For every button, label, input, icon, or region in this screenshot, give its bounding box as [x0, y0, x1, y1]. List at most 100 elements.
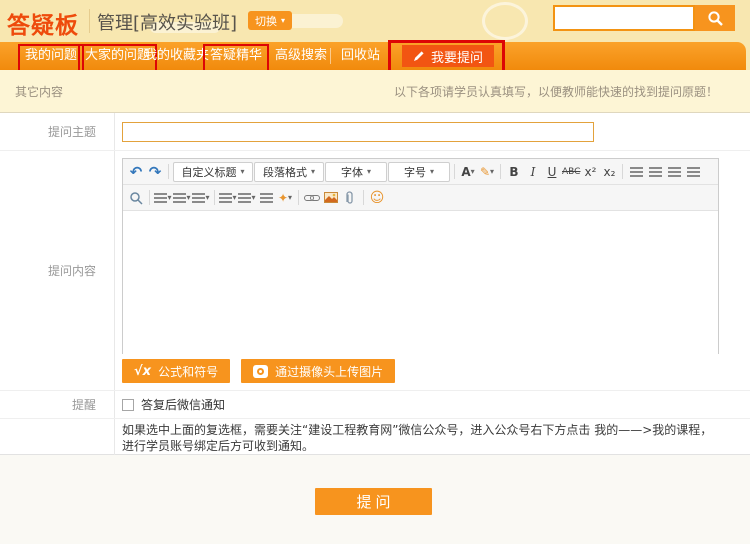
toolbar-divider	[500, 164, 501, 179]
subject-row: 提问主题	[0, 113, 750, 151]
mascot-illustration	[482, 2, 528, 40]
nav-divider	[330, 48, 331, 64]
tab-label: 我的问题	[25, 48, 77, 63]
paperclip-glyph	[345, 191, 355, 205]
camera-upload-button[interactable]: 通过摄像头上传图片	[241, 359, 395, 383]
superscript-icon[interactable]: x²	[581, 162, 599, 182]
font-family-dropdown[interactable]: 字体▾	[325, 162, 387, 182]
toolbar-divider	[363, 190, 364, 205]
align-left-icon[interactable]	[627, 162, 645, 182]
align-bars	[687, 167, 700, 177]
chevron-down-icon: ▾	[251, 193, 255, 202]
subject-input[interactable]	[122, 122, 594, 142]
subscript-icon[interactable]: x₂	[600, 162, 618, 182]
tab-label: 回收站	[341, 48, 380, 63]
content-label: 提问内容	[0, 151, 115, 390]
toolbar-divider	[454, 164, 455, 179]
font-size-dropdown[interactable]: 字号▾	[388, 162, 450, 182]
nav-wrapper: 我的问题 大家的问题 我的收藏夹 答疑精华 高级搜索 回收站	[0, 42, 750, 70]
fill-carefully-notice: 以下各项请学员认真填写，以便教师能快速的找到提问原题！	[394, 83, 718, 100]
bullet-list-icon[interactable]: ▾	[238, 188, 256, 208]
line-height-icon[interactable]: ▾	[173, 188, 191, 208]
link-glyph	[304, 193, 320, 203]
align-bars	[630, 167, 643, 177]
editor-extra-buttons: √x 公式和符号 通过摄像头上传图片	[122, 359, 395, 383]
line-height-bars	[173, 193, 186, 203]
custom-heading-dropdown[interactable]: 自定义标题▾	[173, 162, 253, 182]
submit-question-button[interactable]: 提问	[315, 488, 432, 515]
formula-button-label: 公式和符号	[158, 363, 218, 380]
search-button[interactable]	[695, 5, 735, 31]
switch-class-button[interactable]: 切换 ▾	[248, 11, 292, 30]
chevron-down-icon: ▾	[281, 16, 285, 25]
italic-icon[interactable]: I	[524, 162, 542, 182]
tab-advanced-search[interactable]: 高级搜索	[275, 42, 327, 70]
tab-recycle-bin[interactable]: 回收站	[341, 42, 380, 70]
list-bars	[219, 193, 232, 203]
align-right-icon[interactable]	[665, 162, 683, 182]
camera-button-label: 通过摄像头上传图片	[275, 363, 383, 380]
editor-toolbar-row-1: ↶ ↷ 自定义标题▾ 段落格式▾ 字体▾ 字号▾	[123, 159, 718, 185]
painter-glyph: ✦	[278, 191, 288, 205]
remind-label: 提醒	[0, 391, 115, 418]
undo-icon[interactable]: ↶	[127, 162, 145, 182]
tab-my-questions[interactable]: 我的问题	[25, 42, 77, 70]
other-content-label: 其它内容	[15, 83, 63, 100]
strikethrough-icon[interactable]: ABC	[562, 162, 580, 182]
tab-qa-highlights[interactable]: 答疑精华	[210, 42, 262, 70]
note-row: 如果选中上面的复选框，需要关注“建设工程教育网”微信公众号，进入公众号右下方点击…	[0, 419, 750, 455]
chevron-down-icon: ▾	[471, 167, 475, 176]
ask-question-button[interactable]: 我要提问	[402, 45, 494, 67]
highlight-glyph: ✎	[480, 165, 490, 179]
chevron-down-icon: ▾	[167, 193, 171, 202]
redo-icon[interactable]: ↷	[146, 162, 164, 182]
paragraph-format-dropdown[interactable]: 段落格式 ▾	[254, 162, 324, 182]
toolbar-divider	[149, 190, 150, 205]
outdent-icon[interactable]	[257, 188, 275, 208]
note-cell: 如果选中上面的复选框，需要关注“建设工程教育网”微信公众号，进入公众号右下方点击…	[115, 419, 750, 455]
remind-row: 提醒 答复后微信通知	[0, 391, 750, 419]
emoticon-icon[interactable]: ☺	[368, 188, 386, 208]
tab-everyones-questions[interactable]: 大家的问题	[85, 42, 150, 70]
wechat-notify-checkbox[interactable]	[122, 399, 134, 411]
chevron-down-icon: ▾	[288, 193, 292, 202]
toolbar-divider	[622, 164, 623, 179]
chevron-down-icon: ▾	[490, 167, 494, 176]
dropdown-label: 段落格式	[263, 164, 307, 180]
font-color-icon[interactable]: A▾	[459, 162, 477, 182]
ask-button-label: 我要提问	[431, 47, 483, 66]
chevron-down-icon: ▾	[311, 167, 315, 176]
insert-link-icon[interactable]	[303, 188, 321, 208]
indent-bars	[154, 193, 167, 203]
insert-image-icon[interactable]	[322, 188, 340, 208]
chevron-down-icon: ▾	[186, 193, 190, 202]
underline-icon[interactable]: U	[543, 162, 561, 182]
header: 答疑板 管理[高效实验班] 切换 ▾	[0, 0, 750, 42]
indent-icon[interactable]: ▾	[154, 188, 172, 208]
nav-bar: 我的问题 大家的问题 我的收藏夹 答疑精华 高级搜索 回收站	[0, 42, 746, 70]
spacing-bars	[192, 193, 205, 203]
paragraph-spacing-icon[interactable]: ▾	[192, 188, 210, 208]
content-row: 提问内容 ↶ ↷ 自定义标题▾ 段落格式 ▾ 字体▾	[0, 151, 750, 391]
page-title: 管理[高效实验班]	[97, 9, 237, 35]
formula-icon: √x	[134, 364, 151, 379]
outdent-bars	[260, 193, 273, 203]
numbered-list-icon[interactable]: ▾	[219, 188, 237, 208]
pencil-icon	[413, 50, 425, 62]
tab-my-favorites[interactable]: 我的收藏夹	[144, 42, 209, 70]
qa-board-page: 答疑板 管理[高效实验班] 切换 ▾ 我的问题 大家的问题 我的收藏夹	[0, 0, 750, 544]
preview-zoom-icon[interactable]	[127, 188, 145, 208]
align-justify-icon[interactable]	[684, 162, 702, 182]
tab-label: 大家的问题	[85, 48, 150, 63]
attachment-icon[interactable]	[341, 188, 359, 208]
format-painter-icon[interactable]: ✦▾	[276, 188, 294, 208]
formula-symbols-button[interactable]: √x 公式和符号	[122, 359, 230, 383]
editor-content-area[interactable]	[123, 211, 718, 354]
bold-icon[interactable]: B	[505, 162, 523, 182]
align-center-icon[interactable]	[646, 162, 664, 182]
chevron-down-icon: ▾	[240, 167, 244, 176]
dropdown-label: 字号	[404, 164, 426, 180]
search-input[interactable]	[553, 5, 695, 31]
highlight-color-icon[interactable]: ✎▾	[478, 162, 496, 182]
editor-toolbar-row-2: ▾ ▾ ▾ ▾ ▾ ✦▾	[123, 185, 718, 211]
